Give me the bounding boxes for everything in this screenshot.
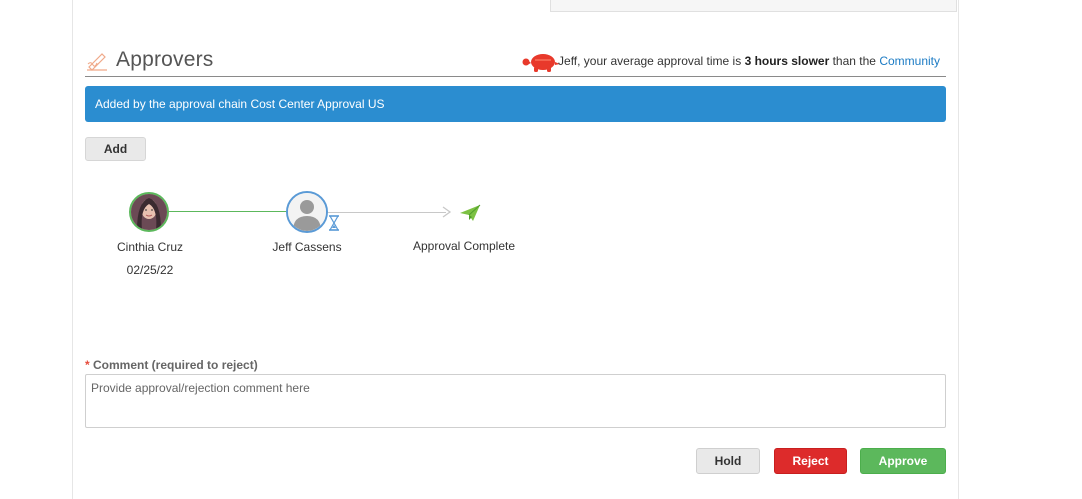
panel-left-border bbox=[72, 0, 73, 499]
arrow-right-icon bbox=[442, 206, 452, 218]
hourglass-icon bbox=[328, 215, 340, 231]
user-photo-icon bbox=[131, 194, 167, 230]
approval-complete-label: Approval Complete bbox=[412, 239, 516, 253]
comment-input[interactable] bbox=[85, 374, 946, 428]
community-link[interactable]: Community bbox=[879, 54, 940, 68]
flow-connector-complete bbox=[168, 211, 288, 212]
approvers-header: Approvers Jeff, your average approval ti… bbox=[85, 44, 946, 77]
pen-signature-icon bbox=[87, 53, 107, 71]
approve-button[interactable]: Approve bbox=[860, 448, 946, 474]
user-placeholder-icon bbox=[288, 193, 326, 231]
top-info-box bbox=[550, 0, 957, 12]
approver-name-jeff: Jeff Cassens bbox=[272, 240, 342, 254]
hold-button[interactable]: Hold bbox=[696, 448, 760, 474]
approval-chain-banner: Added by the approval chain Cost Center … bbox=[85, 86, 946, 122]
turtle-icon bbox=[522, 54, 560, 72]
panel-right-border bbox=[958, 0, 959, 499]
reject-button[interactable]: Reject bbox=[774, 448, 847, 474]
flow-connector-pending bbox=[326, 212, 446, 213]
approver-name-cinthia: Cinthia Cruz bbox=[116, 240, 184, 254]
add-approver-button[interactable]: Add bbox=[85, 137, 146, 161]
average-approval-time-text: Jeff, your average approval time is 3 ho… bbox=[558, 54, 940, 68]
approver-avatar-jeff[interactable] bbox=[286, 191, 328, 233]
approval-date: 02/25/22 bbox=[126, 263, 174, 277]
section-title: Approvers bbox=[116, 48, 214, 71]
approver-avatar-cinthia[interactable] bbox=[129, 192, 169, 232]
paper-plane-icon bbox=[460, 204, 481, 221]
comment-label: * Comment (required to reject) bbox=[85, 358, 258, 372]
